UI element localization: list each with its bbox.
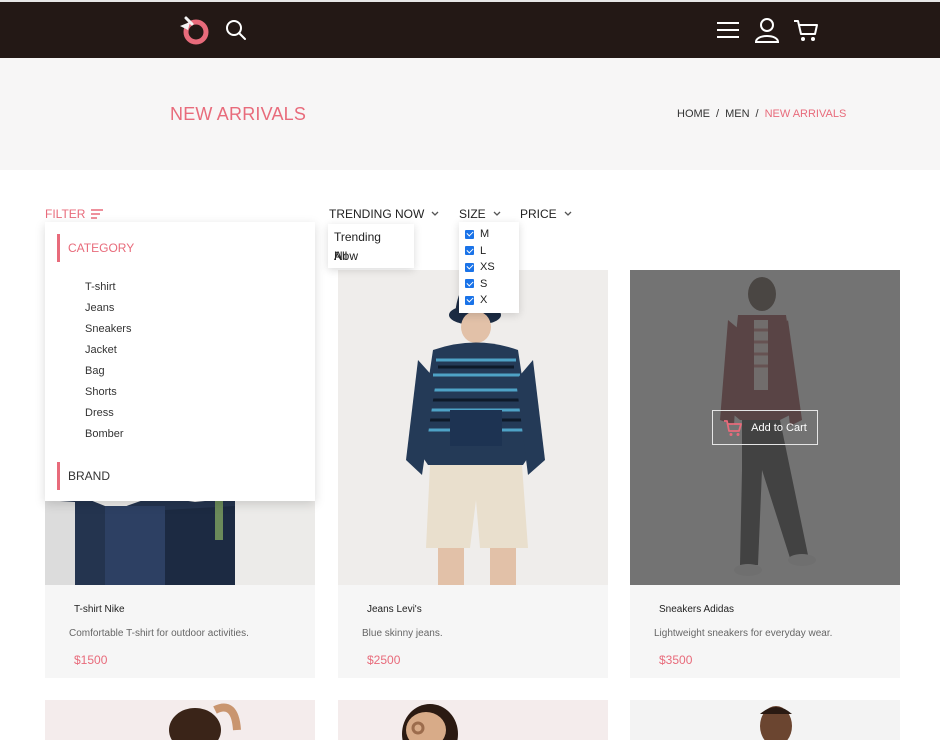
trending-dropdown[interactable]: TRENDING NOW	[329, 207, 440, 221]
price-dropdown-label: PRICE	[520, 207, 557, 221]
trending-option[interactable]: All	[334, 247, 408, 266]
product-price: $1500	[74, 653, 108, 667]
category-section-header[interactable]: CATEGORY	[57, 234, 257, 262]
brand-title: BRAND	[68, 469, 111, 483]
product-hover-overlay: Add to Cart	[630, 270, 900, 585]
size-dropdown[interactable]: SIZE	[459, 207, 502, 221]
size-option[interactable]: M	[465, 226, 513, 243]
size-option[interactable]: X	[465, 292, 513, 309]
filter-label: FILTER	[45, 207, 86, 221]
category-item[interactable]: Jacket	[85, 340, 131, 361]
category-list: T-shirt Jeans Sneakers Jacket Bag Shorts…	[85, 277, 131, 445]
category-item[interactable]: Shorts	[85, 382, 131, 403]
size-dropdown-label: SIZE	[459, 207, 486, 221]
size-option-label: M	[480, 228, 490, 241]
trending-dropdown-label: TRENDING NOW	[329, 207, 425, 221]
cart-icon	[724, 419, 743, 436]
size-option-label: S	[480, 277, 488, 290]
category-item[interactable]: Sneakers	[85, 319, 131, 340]
product-image[interactable]	[338, 270, 608, 585]
size-option[interactable]: S	[465, 276, 513, 293]
hamburger-menu-icon[interactable]	[714, 16, 742, 44]
breadcrumb-current: NEW ARRIVALS	[764, 108, 847, 120]
category-item[interactable]: Bomber	[85, 424, 131, 445]
breadcrumb-men-link[interactable]: MEN	[725, 108, 749, 120]
size-option[interactable]: XS	[465, 259, 513, 276]
product-description: Lightweight sneakers for everyday wear.	[654, 628, 833, 639]
category-item[interactable]: Bag	[85, 361, 131, 382]
section-accent-bar	[57, 234, 60, 262]
size-option-label: XS	[480, 261, 495, 274]
product-name[interactable]: Jeans Levi's	[367, 604, 422, 615]
size-checkbox[interactable]	[465, 246, 474, 256]
add-to-cart-label: Add to Cart	[751, 421, 807, 434]
breadcrumb: HOME / MEN / NEW ARRIVALS	[677, 108, 846, 120]
size-option-label: X	[480, 294, 488, 307]
add-to-cart-button[interactable]: Add to Cart	[712, 410, 818, 445]
brand-section-header[interactable]: BRAND	[57, 462, 257, 490]
chevron-down-icon	[564, 211, 572, 216]
section-accent-bar	[57, 462, 60, 490]
product-card[interactable]: Add to Cart Sneakers Adidas Lightweight …	[630, 270, 900, 678]
shopping-cart-icon[interactable]	[792, 16, 820, 44]
breadcrumb-separator: /	[716, 108, 720, 120]
filter-toggle-button[interactable]: FILTER	[45, 207, 104, 221]
size-checkbox[interactable]	[465, 262, 474, 272]
category-item[interactable]: Dress	[85, 403, 131, 424]
filter-lines-icon	[91, 209, 104, 219]
user-account-icon[interactable]	[754, 16, 780, 44]
search-icon[interactable]	[224, 18, 248, 42]
price-dropdown[interactable]: PRICE	[520, 207, 573, 221]
size-checkbox[interactable]	[465, 229, 474, 239]
filter-panel: CATEGORY T-shirt Jeans Sneakers Jacket B…	[45, 222, 315, 501]
product-name[interactable]: Sneakers Adidas	[659, 604, 734, 615]
breadcrumb-separator: /	[755, 108, 759, 120]
breadcrumb-home-link[interactable]: HOME	[677, 108, 710, 120]
chevron-down-icon	[431, 211, 439, 216]
product-card[interactable]	[45, 700, 315, 740]
trending-option[interactable]: Trending Now	[334, 228, 408, 263]
product-price: $3500	[659, 653, 693, 667]
size-option[interactable]: L	[465, 243, 513, 260]
product-card[interactable]	[630, 700, 900, 740]
product-card[interactable]	[338, 700, 608, 740]
top-navigation-bar	[0, 2, 940, 58]
trending-dropdown-menu: Trending Now All	[328, 224, 414, 268]
category-item[interactable]: Jeans	[85, 298, 131, 319]
product-name[interactable]: T-shirt Nike	[74, 604, 125, 615]
category-title: CATEGORY	[68, 241, 135, 255]
product-description: Comfortable T-shirt for outdoor activiti…	[69, 628, 249, 639]
size-option-label: L	[480, 244, 487, 257]
product-price: $2500	[367, 653, 401, 667]
page-header-band: NEW ARRIVALS HOME / MEN / NEW ARRIVALS	[0, 58, 940, 170]
brand-logo-icon[interactable]	[176, 14, 212, 46]
product-description: Blue skinny jeans.	[362, 628, 443, 639]
page-title: NEW ARRIVALS	[170, 104, 307, 124]
chevron-down-icon	[493, 211, 501, 216]
size-dropdown-menu: M L XS S X	[459, 222, 519, 313]
category-item[interactable]: T-shirt	[85, 277, 131, 298]
product-card[interactable]: Jeans Levi's Blue skinny jeans. $2500	[338, 270, 608, 678]
size-checkbox[interactable]	[465, 295, 474, 305]
size-checkbox[interactable]	[465, 279, 474, 289]
